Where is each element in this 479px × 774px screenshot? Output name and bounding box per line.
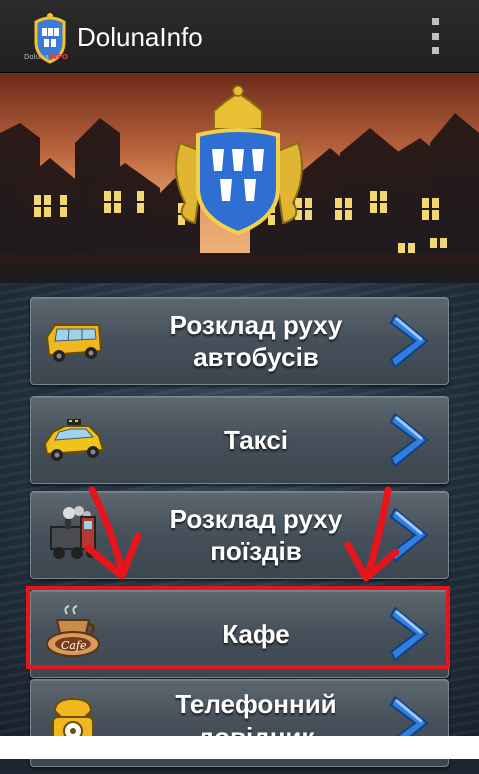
- menu-item-taxi[interactable]: Таксі: [30, 396, 449, 484]
- menu-item-label: Телефоннийдовідник: [175, 689, 337, 752]
- overflow-menu-icon[interactable]: [428, 18, 442, 54]
- app-logo-caption: DolunaINFO: [24, 53, 68, 61]
- menu-item-cafe[interactable]: Cafe Кафе: [30, 590, 449, 678]
- svg-text:Cafe: Cafe: [61, 639, 87, 652]
- menu-item-train-schedule[interactable]: Розклад руху поїздів: [30, 491, 449, 579]
- menu-item-label: Розклад руху автобусів: [169, 309, 343, 373]
- train-icon: [41, 505, 107, 565]
- action-bar: DolunaINFO DolunaInfo: [0, 0, 479, 73]
- cafe-icon: Cafe: [41, 604, 107, 664]
- bottom-edge: [0, 736, 479, 759]
- menu-item-label: Кафе: [222, 618, 290, 649]
- menu-item-bus-schedule[interactable]: Розклад руху автобусів: [30, 297, 449, 385]
- menu-item-label: Розклад руху поїздів: [169, 503, 343, 567]
- chevron-right-icon: [387, 505, 433, 565]
- bus-icon: [41, 311, 107, 371]
- header-banner: [0, 73, 479, 283]
- chevron-right-icon: [387, 410, 433, 470]
- taxi-icon: [41, 410, 107, 470]
- menu-item-label: Таксі: [223, 424, 289, 455]
- chevron-right-icon: [387, 604, 433, 664]
- chevron-right-icon: [387, 311, 433, 371]
- app-title: DolunaInfo: [77, 22, 203, 52]
